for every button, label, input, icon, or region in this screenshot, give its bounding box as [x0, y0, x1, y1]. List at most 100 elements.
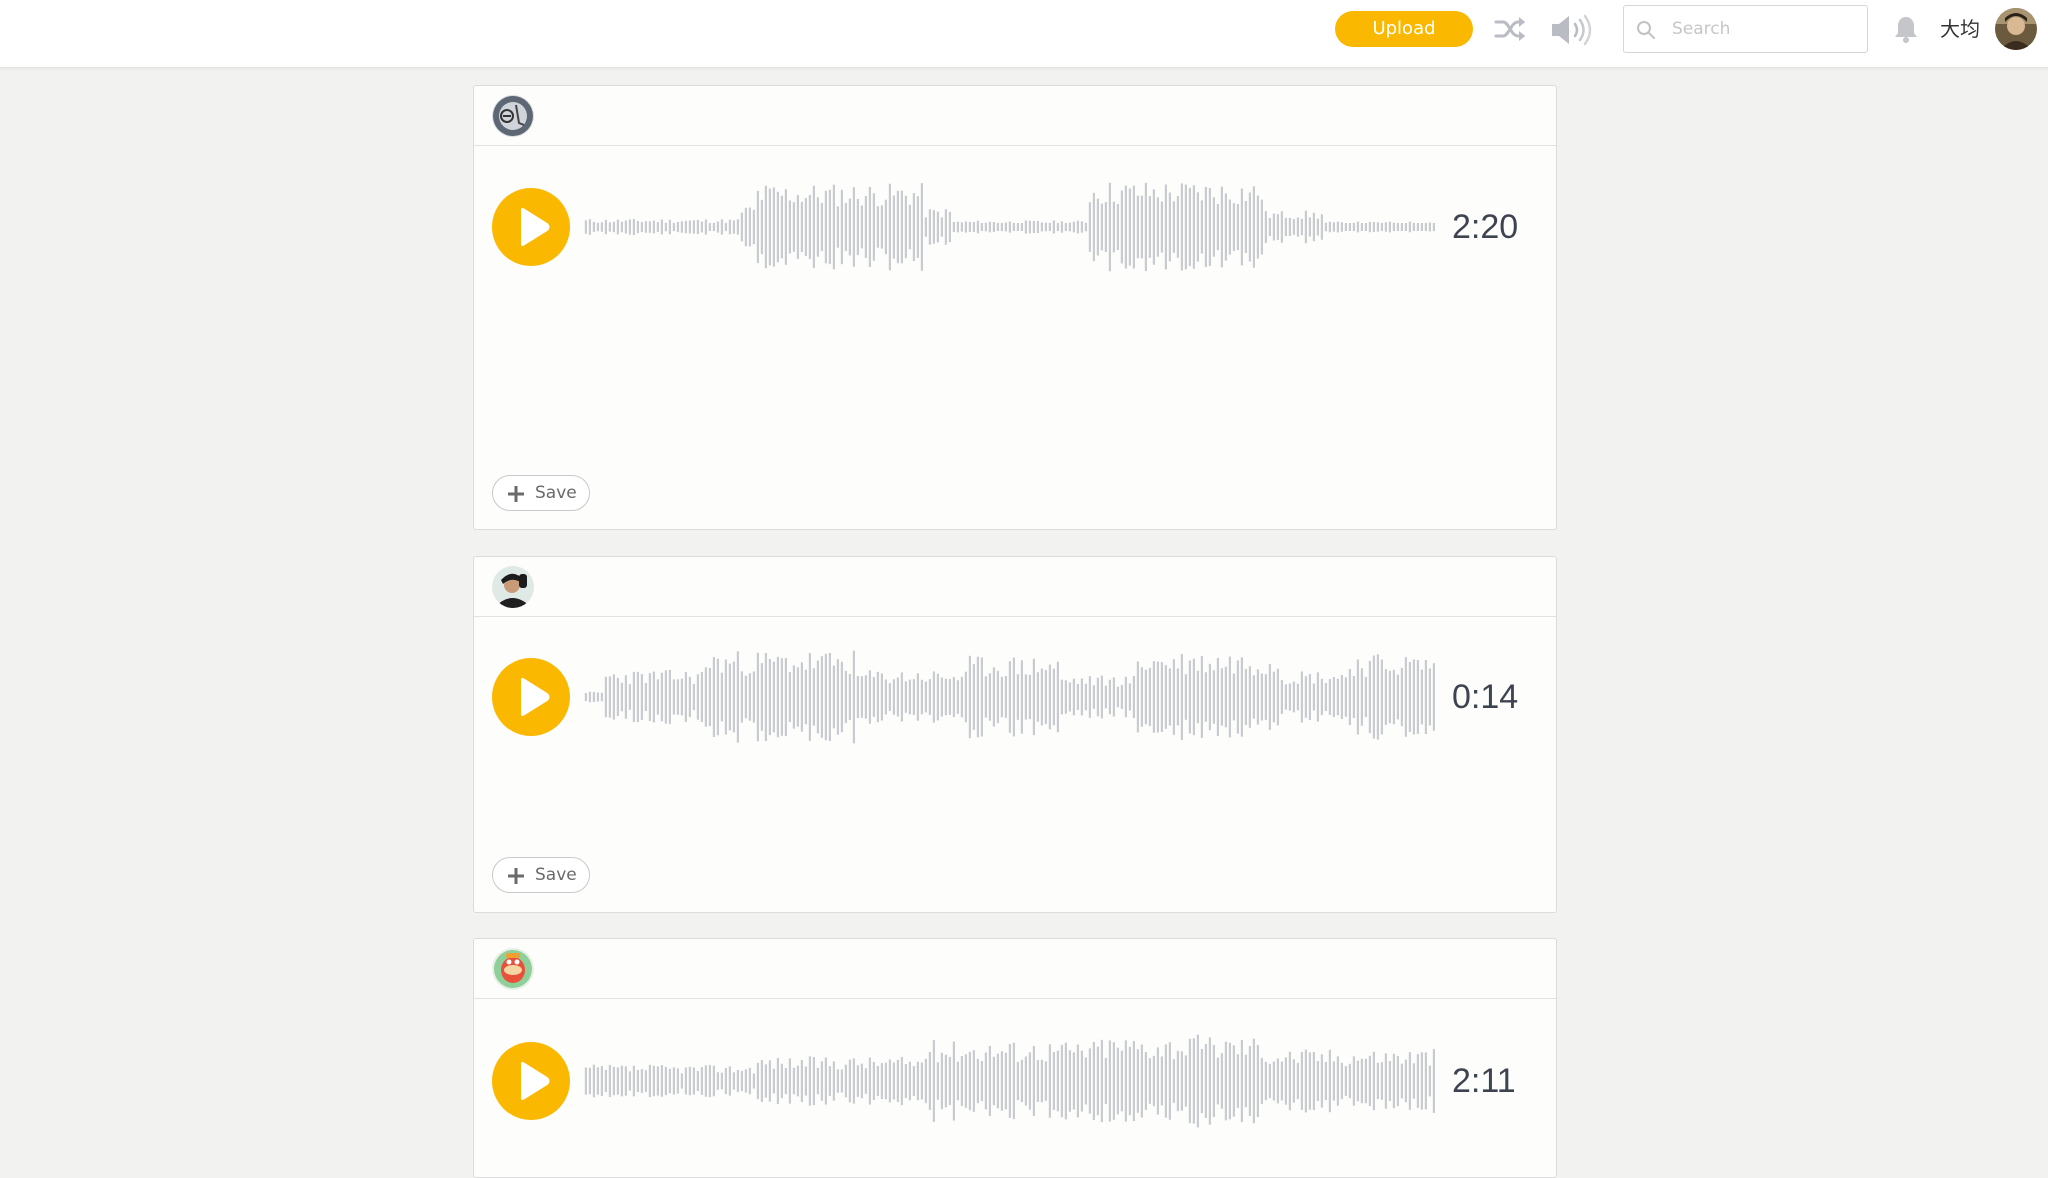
- waveform-bar: [920, 183, 923, 271]
- waveform-bar: [1272, 671, 1275, 723]
- waveform-bar: [844, 670, 847, 724]
- waveform-bar: [712, 1065, 715, 1097]
- waveform-bar: [1096, 677, 1099, 717]
- waveform-bar: [1088, 1048, 1091, 1114]
- waveform-bar: [1112, 1042, 1115, 1120]
- author-avatar[interactable]: [492, 95, 534, 137]
- waveform-bar: [1184, 674, 1187, 720]
- waveform-bar: [1068, 1050, 1071, 1112]
- waveform-bar: [1300, 218, 1303, 236]
- save-button[interactable]: Save: [492, 475, 590, 511]
- waveform-bar: [836, 1069, 839, 1093]
- waveform-bar: [1004, 676, 1007, 718]
- waveform-bar: [840, 1069, 843, 1093]
- waveform-bar: [1024, 674, 1027, 720]
- waveform-bar: [948, 1056, 951, 1106]
- waveform-bar: [1360, 223, 1363, 231]
- waveform-bar: [1320, 678, 1323, 716]
- waveform[interactable]: [584, 1021, 1436, 1141]
- waveform-bar: [788, 671, 791, 723]
- waveform-bar: [904, 1064, 907, 1098]
- waveform-bar: [1240, 188, 1243, 266]
- waveform-bar: [808, 653, 811, 741]
- waveform-bar: [864, 196, 867, 258]
- waveform-bar: [1348, 668, 1351, 726]
- author-avatar[interactable]: [492, 948, 534, 990]
- waveform[interactable]: [584, 637, 1436, 757]
- play-button[interactable]: [492, 1042, 570, 1120]
- search-input[interactable]: [1670, 14, 1860, 44]
- waveform-bar: [1088, 202, 1091, 252]
- waveform-bar: [1368, 221, 1371, 233]
- waveform-bar: [812, 668, 815, 726]
- save-button[interactable]: Save: [492, 857, 590, 893]
- upload-button[interactable]: Upload: [1335, 11, 1473, 47]
- waveform-bar: [940, 217, 943, 237]
- search-box[interactable]: [1623, 5, 1868, 53]
- username-label[interactable]: 大均: [1940, 14, 1980, 44]
- save-label: Save: [535, 865, 577, 885]
- bell-icon[interactable]: [1893, 15, 1919, 43]
- waveform-bar: [960, 1056, 963, 1106]
- play-button[interactable]: [492, 658, 570, 736]
- waveform-bar: [1224, 666, 1227, 728]
- waveform-bar: [1124, 185, 1127, 269]
- waveform-bar: [1056, 1050, 1059, 1112]
- waveform-bar: [1128, 683, 1131, 711]
- waveform-bar: [1040, 222, 1043, 232]
- waveform-bar: [908, 679, 911, 715]
- waveform-bar: [1236, 660, 1239, 734]
- waveform-bar: [584, 693, 587, 701]
- waveform-bar: [852, 187, 855, 267]
- waveform-bar: [1276, 214, 1279, 240]
- user-avatar[interactable]: [1995, 8, 2037, 50]
- waveform-bar: [728, 1066, 731, 1096]
- waveform-bar: [1052, 668, 1055, 726]
- waveform-bar: [1160, 1056, 1163, 1106]
- waveform-bar: [1136, 195, 1139, 259]
- waveform-bar: [748, 673, 751, 721]
- waveform-bar: [1272, 1061, 1275, 1101]
- author-avatar[interactable]: [492, 566, 534, 608]
- waveform-bar: [1100, 1039, 1103, 1123]
- waveform-bar: [1068, 222, 1071, 232]
- waveform-bar: [1180, 653, 1183, 741]
- waveform-bar: [856, 198, 859, 256]
- play-button[interactable]: [492, 188, 570, 266]
- waveform-bar: [1028, 220, 1031, 234]
- waveform-bar: [1264, 1061, 1267, 1101]
- waveform-bar: [592, 1064, 595, 1098]
- waveform-bar: [1336, 221, 1339, 233]
- waveform-bar: [912, 1066, 915, 1096]
- waveform-bar: [1112, 677, 1115, 717]
- waveform-bar: [1328, 221, 1331, 233]
- waveform-bar: [648, 221, 651, 233]
- waveform-bar: [680, 678, 683, 716]
- waveform-bar: [724, 222, 727, 232]
- waveform-bar: [1304, 1049, 1307, 1113]
- waveform-bar: [592, 221, 595, 233]
- waveform-bar: [912, 679, 915, 715]
- waveform-bar: [668, 1068, 671, 1094]
- waveform-bar: [1188, 1038, 1191, 1124]
- waveform-bar: [768, 658, 771, 736]
- waveform-bar: [684, 1067, 687, 1095]
- waveform-bar: [1392, 222, 1395, 232]
- waveform-bar: [608, 676, 611, 718]
- waveform-bar: [1324, 1061, 1327, 1101]
- waveform-bar: [1372, 221, 1375, 233]
- waveform-bar: [1256, 669, 1259, 725]
- waveform[interactable]: [584, 167, 1436, 287]
- waveform-bar: [984, 676, 987, 718]
- waveform-bar: [660, 219, 663, 235]
- waveform-bar: [1032, 220, 1035, 234]
- shuffle-icon[interactable]: [1494, 14, 1528, 44]
- waveform-bar: [708, 668, 711, 726]
- waveform-bar: [768, 1060, 771, 1102]
- waveform-bar: [1072, 678, 1075, 716]
- volume-icon[interactable]: [1549, 12, 1597, 48]
- waveform-bar: [928, 679, 931, 715]
- waveform-bar: [1236, 1054, 1239, 1108]
- waveform-bar: [920, 1062, 923, 1100]
- waveform-bar: [1424, 223, 1427, 231]
